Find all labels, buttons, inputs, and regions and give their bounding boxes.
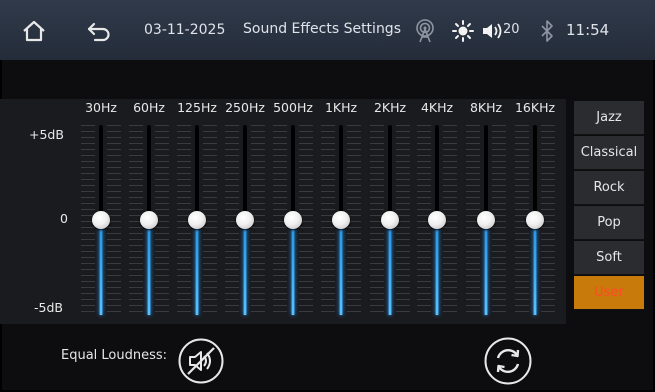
band-label-125hz: 125Hz	[177, 100, 217, 115]
bluetooth-icon	[541, 20, 553, 42]
back-icon[interactable]	[86, 20, 112, 42]
slider-fill	[435, 220, 439, 315]
eq-slider-250hz[interactable]	[225, 125, 265, 315]
slider-knob[interactable]	[188, 211, 206, 229]
band-label-8khz: 8KHz	[469, 100, 503, 115]
db-label-top: +5dB	[29, 127, 64, 142]
slider-knob[interactable]	[428, 211, 446, 229]
band-label-500hz: 500Hz	[273, 100, 313, 115]
slider-fill	[99, 220, 103, 315]
slider-knob[interactable]	[236, 211, 254, 229]
equal-loudness-label: Equal Loudness:	[61, 348, 168, 363]
slider-fill	[291, 220, 295, 315]
eq-slider-1khz[interactable]	[321, 125, 361, 315]
slider-knob[interactable]	[477, 211, 495, 229]
slider-fill	[147, 220, 151, 315]
eq-slider-60hz[interactable]	[129, 125, 169, 315]
band-label-16khz: 16KHz	[514, 100, 556, 115]
eq-slider-125hz[interactable]	[177, 125, 217, 315]
band-label-1khz: 1KHz	[324, 100, 358, 115]
eq-slider-4khz[interactable]	[417, 125, 457, 315]
preset-user[interactable]: User	[574, 276, 644, 310]
preset-jazz[interactable]: Jazz	[574, 101, 644, 135]
eq-slider-8khz[interactable]	[466, 125, 506, 315]
band-label-60hz: 60Hz	[133, 100, 165, 115]
db-label-bottom: -5dB	[34, 300, 63, 315]
eq-slider-2khz[interactable]	[370, 125, 410, 315]
home-icon[interactable]	[22, 19, 46, 43]
status-bar: 03-11-2025 Sound Effects Settings 20 11:…	[0, 0, 655, 60]
slider-knob[interactable]	[284, 211, 302, 229]
eq-slider-16khz[interactable]	[515, 125, 555, 315]
date-label: 03-11-2025	[144, 22, 226, 38]
refresh-icon[interactable]	[484, 337, 532, 385]
db-label-mid: 0	[60, 211, 68, 226]
slider-fill	[243, 220, 247, 315]
volume-level: 20	[503, 22, 520, 37]
band-label-2khz: 2KHz	[373, 100, 407, 115]
eq-slider-30hz[interactable]	[81, 125, 121, 315]
slider-knob[interactable]	[381, 211, 399, 229]
eq-slider-500hz[interactable]	[273, 125, 313, 315]
slider-knob[interactable]	[92, 211, 110, 229]
clock: 11:54	[566, 21, 610, 39]
slider-fill	[533, 220, 537, 315]
preset-pop[interactable]: Pop	[574, 206, 644, 240]
band-label-4khz: 4KHz	[420, 100, 454, 115]
slider-fill	[195, 220, 199, 315]
radio-antenna-icon	[416, 19, 434, 43]
slider-knob[interactable]	[526, 211, 544, 229]
slider-fill	[484, 220, 488, 315]
band-label-30hz: 30Hz	[85, 100, 117, 115]
band-label-250hz: 250Hz	[225, 100, 265, 115]
speaker-muted-icon[interactable]	[178, 338, 224, 384]
slider-knob[interactable]	[140, 211, 158, 229]
slider-fill	[339, 220, 343, 315]
slider-fill	[388, 220, 392, 315]
preset-classical[interactable]: Classical	[574, 136, 644, 170]
preset-soft[interactable]: Soft	[574, 241, 644, 275]
volume-icon[interactable]	[481, 21, 503, 41]
page-title: Sound Effects Settings	[243, 21, 401, 37]
brightness-icon[interactable]	[452, 20, 474, 42]
slider-knob[interactable]	[332, 211, 350, 229]
preset-rock[interactable]: Rock	[574, 171, 644, 205]
